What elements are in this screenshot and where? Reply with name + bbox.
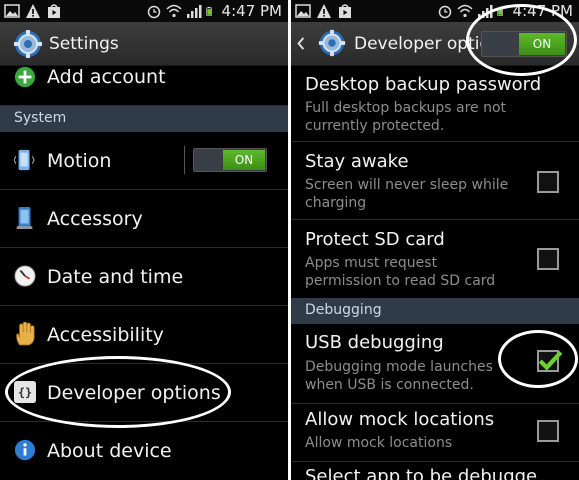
checkmark-icon [538, 350, 563, 371]
pref-title: Protect SD card [305, 229, 445, 250]
sidebar-item-date-time[interactable]: Date and time [0, 248, 288, 306]
pref-protect-sd-card[interactable]: Protect SD card Apps must request permis… [291, 220, 579, 298]
section-debugging: Debugging [291, 298, 579, 324]
wifi-icon [457, 4, 473, 18]
add-account-item[interactable]: Add account [0, 66, 288, 106]
play-store-icon [339, 4, 351, 18]
stay-awake-checkbox[interactable] [537, 171, 559, 193]
warning-icon [26, 4, 40, 18]
protect-sd-card-checkbox[interactable] [537, 248, 559, 270]
page-title: Developer optio [354, 34, 490, 54]
accessory-label: Accessory [47, 208, 143, 230]
developer-braces-icon: {} [14, 381, 36, 403]
section-system: System [0, 106, 288, 132]
signal-icon [477, 5, 493, 18]
sidebar-item-developer-options[interactable]: {} Developer options [0, 364, 288, 422]
info-icon [14, 439, 36, 461]
play-store-icon [48, 4, 60, 18]
accessory-icon [16, 207, 33, 229]
battery-icon [205, 6, 212, 16]
back-chevron-icon[interactable] [297, 37, 305, 50]
pref-title: Stay awake [305, 151, 409, 172]
section-debugging-label: Debugging [305, 302, 382, 318]
motion-label: Motion [47, 150, 112, 172]
pref-title: Select app to be debugge [305, 466, 538, 480]
settings-gear-icon [318, 29, 346, 57]
developer-options-master-toggle[interactable]: ON [481, 31, 567, 57]
alarm-icon [438, 5, 451, 19]
section-system-label: System [14, 110, 67, 126]
master-toggle-on: ON [519, 33, 565, 55]
pref-summary: Screen will never sleep while charging [305, 177, 509, 211]
alarm-icon [147, 5, 160, 19]
svg-text:{}: {} [18, 386, 32, 400]
pref-title: Desktop backup password [305, 74, 542, 95]
pref-stay-awake[interactable]: Stay awake Screen will never sleep while… [291, 142, 579, 220]
sidebar-item-accessibility[interactable]: Accessibility [0, 306, 288, 364]
sidebar-item-about-device[interactable]: About device [0, 422, 288, 480]
pref-title: Allow mock locations [305, 409, 495, 430]
settings-screen: 4:47 PM Settings Add account System Moti… [0, 0, 288, 480]
settings-gear-icon [14, 30, 42, 58]
pref-allow-mock-locations[interactable]: Allow mock locations Allow mock location… [291, 404, 579, 462]
pref-title: USB debugging [305, 332, 444, 353]
pref-summary: Allow mock locations [305, 435, 453, 451]
clock: 4:47 PM [512, 2, 573, 20]
date-time-label: Date and time [47, 266, 184, 288]
sidebar-item-motion[interactable]: Motion ON [0, 132, 288, 190]
developer-options-label: Developer options [47, 382, 221, 404]
wifi-icon [166, 4, 182, 18]
gallery-icon [4, 4, 20, 18]
pref-summary: Full desktop backups are not currently p… [305, 100, 507, 134]
accessibility-label: Accessibility [47, 324, 164, 346]
about-device-label: About device [47, 440, 172, 462]
motion-toggle-on: ON [223, 150, 265, 170]
add-account-label: Add account [47, 66, 166, 88]
pref-summary: Debugging mode launches when USB is conn… [305, 359, 493, 393]
status-bar: 4:47 PM [291, 0, 579, 22]
action-bar: Settings [0, 22, 288, 66]
hand-icon [16, 321, 35, 346]
developer-options-screen: 4:47 PM Developer optio ON Desktop backu… [291, 0, 579, 480]
pref-summary: Apps must request permission to read SD … [305, 255, 496, 289]
plus-icon [14, 66, 36, 88]
page-title: Settings [49, 34, 119, 54]
warning-icon [317, 4, 331, 18]
clock: 4:47 PM [221, 2, 282, 20]
pref-usb-debugging[interactable]: USB debugging Debugging mode launches wh… [291, 324, 579, 404]
battery-icon [496, 6, 503, 16]
status-bar: 4:47 PM [0, 0, 288, 22]
action-bar: Developer optio ON [291, 22, 579, 66]
sidebar-item-accessory[interactable]: Accessory [0, 190, 288, 248]
divider [184, 146, 185, 174]
gallery-icon [295, 4, 311, 18]
pref-desktop-backup-password[interactable]: Desktop backup password Full desktop bac… [291, 66, 579, 142]
pref-select-debug-app[interactable]: Select app to be debugge [291, 462, 579, 480]
allow-mock-locations-checkbox[interactable] [537, 420, 559, 442]
clock-icon [14, 265, 36, 287]
motion-toggle[interactable]: ON [193, 148, 267, 172]
signal-icon [186, 5, 202, 18]
usb-debugging-checkbox[interactable] [537, 350, 563, 372]
motion-icon [14, 149, 35, 171]
